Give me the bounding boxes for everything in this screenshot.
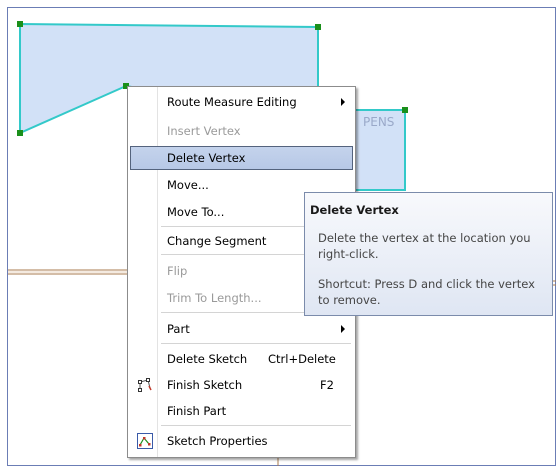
map-feature-label: PENS [363,115,394,129]
shortcut-label: F2 [320,378,334,392]
tooltip-description: Delete the vertex at the location you ri… [318,231,531,261]
submenu-arrow-icon [341,325,345,333]
menu-separator [161,343,351,344]
menu-item-sketch-properties[interactable]: Sketch Properties [130,429,353,453]
menu-item-finish-part[interactable]: Finish Part [130,399,353,423]
menu-item-delete-sketch[interactable]: Delete Sketch Ctrl+Delete [130,347,353,371]
tooltip-shortcut: Shortcut: Press D and click the vertex t… [318,277,535,307]
vertex-handle[interactable] [315,24,321,30]
shortcut-label: Ctrl+Delete [268,352,336,366]
tooltip-title: Delete Vertex [310,203,399,217]
vertex-handle [402,107,408,113]
menu-separator [161,425,351,426]
submenu-arrow-icon [341,98,345,106]
menu-item-insert-vertex[interactable]: Insert Vertex [130,119,353,143]
vertex-handle[interactable] [17,21,23,27]
menu-item-part[interactable]: Part [130,317,353,341]
menu-item-route-measure-editing[interactable]: Route Measure Editing [130,90,353,114]
sketch-properties-icon [137,433,153,449]
delete-vertex-tooltip: Delete Vertex Delete the vertex at the l… [304,192,553,316]
menu-item-finish-sketch[interactable]: Finish Sketch F2 [130,373,353,397]
menu-item-delete-vertex[interactable]: Delete Vertex [130,146,353,170]
finish-sketch-icon [137,377,153,393]
vertex-handle[interactable] [17,130,23,136]
